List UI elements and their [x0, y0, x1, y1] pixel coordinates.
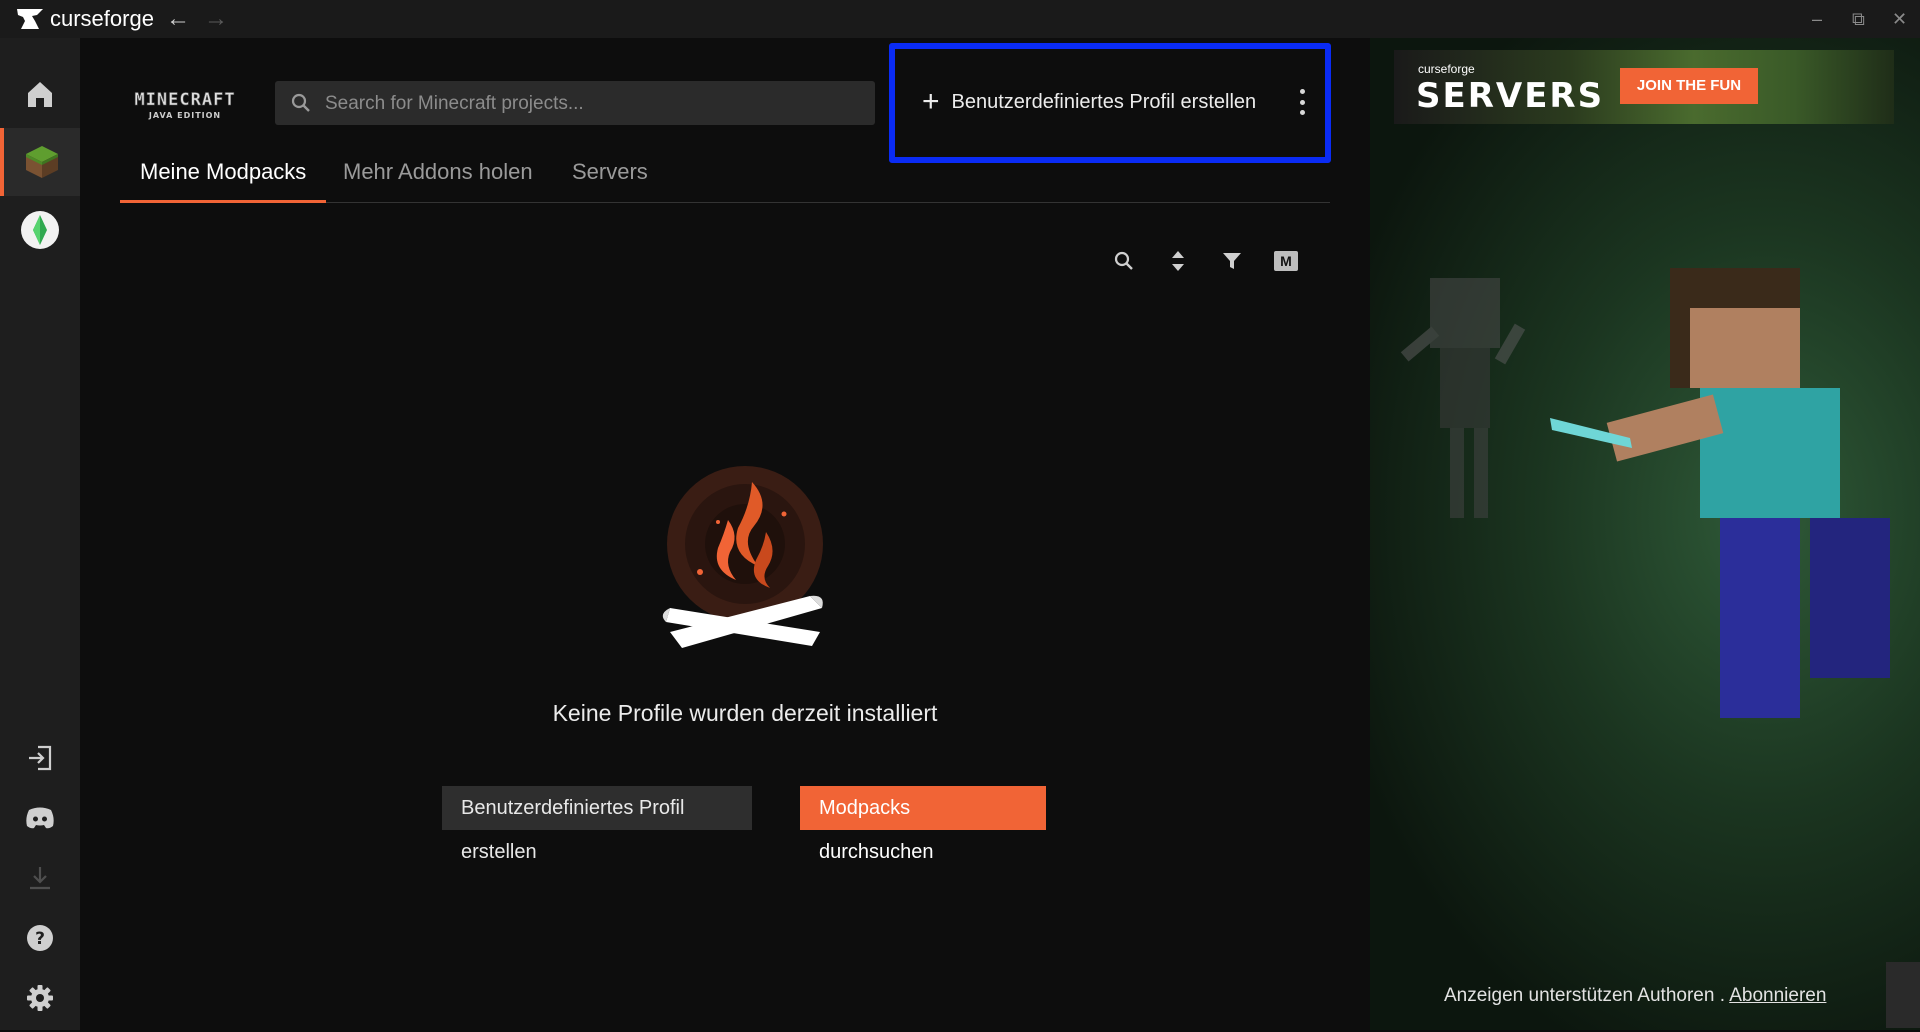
sidebar-item-home[interactable]: [0, 60, 80, 128]
login-icon: [29, 745, 52, 771]
sidebar-item-settings[interactable]: [0, 964, 80, 1032]
minecraft-grass-block-icon: [26, 146, 58, 178]
list-search-button[interactable]: [1109, 248, 1139, 274]
search-bar: [275, 81, 875, 127]
minimize-button[interactable]: –: [1812, 8, 1822, 30]
more-options-icon[interactable]: [1298, 89, 1306, 115]
search-icon: [1114, 251, 1133, 270]
tab-bar: Meine Modpacks Mehr Addons holen Servers: [119, 148, 1330, 203]
create-custom-profile-secondary-button[interactable]: Benutzerdefiniertes Profil erstellen: [442, 786, 752, 863]
curseforge-logo-icon: [17, 9, 43, 29]
ad-background-image: [1370, 38, 1920, 1030]
filter-button[interactable]: [1217, 248, 1247, 274]
empty-state-message: Keine Profile wurden derzeit installiert: [552, 700, 938, 726]
svg-text:MINECRAFT: MINECRAFT: [134, 90, 235, 110]
search-icon: [291, 93, 310, 112]
ad-thumbnail: [1886, 962, 1920, 1028]
minecraft-java-logo: MINECRAFT JAVA EDITION: [134, 90, 235, 120]
ad-banner[interactable]: curseforge SERVERS JOIN THE FUN: [1394, 50, 1894, 124]
app-brand: curseforge: [50, 6, 154, 31]
ad-brand: curseforge: [1418, 62, 1475, 76]
discord-icon: [26, 807, 54, 829]
sort-icon: [1172, 251, 1184, 271]
sidebar-item-help[interactable]: ?: [0, 904, 80, 972]
minecraft-artwork: [1400, 268, 1890, 718]
ad-footer: Anzeigen unterstützen Authoren . Abonnie…: [1444, 985, 1826, 1007]
create-custom-profile-label: Benutzerdefiniertes Profil erstellen: [951, 90, 1257, 113]
join-the-fun-button[interactable]: JOIN THE FUN: [1620, 68, 1758, 104]
ad-title: SERVERS: [1416, 76, 1605, 116]
sidebar-item-login[interactable]: [0, 724, 80, 792]
forward-arrow-icon[interactable]: →: [204, 6, 228, 32]
tab-mehr-addons-holen[interactable]: Mehr Addons holen: [343, 148, 533, 202]
sidebar-item-discord[interactable]: [0, 784, 80, 852]
sidebar-item-sims[interactable]: [0, 196, 80, 264]
campfire-illustration: [662, 466, 823, 648]
gear-icon: [27, 985, 53, 1011]
tab-servers[interactable]: Servers: [572, 148, 648, 202]
restore-button[interactable]: ⧉: [1852, 8, 1865, 30]
ad-footer-text: Anzeigen unterstützen Authoren .: [1444, 985, 1730, 1006]
create-custom-profile-button[interactable]: + Benutzerdefiniertes Profil erstellen: [922, 85, 1256, 119]
back-arrow-icon[interactable]: ←: [166, 6, 190, 32]
browse-modpacks-button[interactable]: Modpacks durchsuchen: [800, 786, 1046, 863]
search-input[interactable]: [323, 81, 867, 127]
filter-icon: [1223, 253, 1241, 269]
sidebar: ?: [0, 38, 80, 1030]
svg-text:JAVA EDITION: JAVA EDITION: [148, 111, 221, 120]
sort-button[interactable]: [1163, 248, 1193, 274]
title-bar: curseforge ← → – ⧉ ✕: [0, 0, 1920, 38]
sidebar-item-minecraft[interactable]: [0, 128, 80, 196]
sims-plumbob-icon: [21, 211, 59, 249]
help-icon: ?: [27, 925, 53, 951]
tab-meine-modpacks[interactable]: Meine Modpacks: [119, 148, 327, 203]
svg-text:?: ?: [35, 929, 45, 949]
m-icon: M: [1274, 251, 1298, 271]
home-icon: [28, 82, 52, 107]
download-icon: [30, 867, 50, 890]
view-mode-button[interactable]: M: [1271, 248, 1301, 274]
sidebar-item-downloads[interactable]: [0, 844, 80, 912]
close-button[interactable]: ✕: [1892, 8, 1907, 30]
subscribe-link[interactable]: Abonnieren: [1729, 985, 1826, 1006]
plus-icon: +: [922, 85, 940, 118]
